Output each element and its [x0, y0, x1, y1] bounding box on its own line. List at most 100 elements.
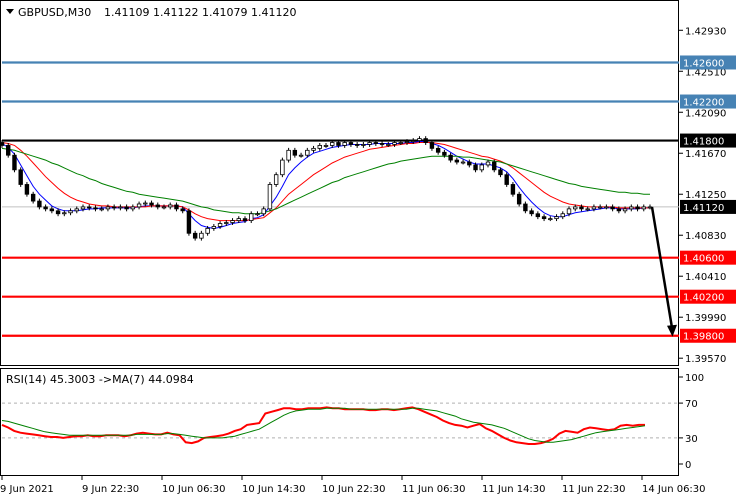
- level-price-label: 1.42600: [683, 58, 724, 69]
- candle-body: [510, 184, 516, 195]
- candle-body: [585, 208, 590, 211]
- candle-body: [548, 218, 553, 221]
- rsi-y-tick-label: 30: [685, 434, 698, 445]
- candle-body: [554, 216, 559, 220]
- candle-body: [161, 206, 167, 209]
- candle-body: [566, 208, 572, 215]
- candle-body: [242, 218, 248, 221]
- current-price-label: 1.41120: [683, 203, 724, 214]
- candle-body: [597, 206, 603, 209]
- candle-body: [573, 206, 578, 210]
- candle-body: [354, 144, 360, 146]
- candle-body: [87, 206, 92, 209]
- candle-body: [55, 210, 61, 215]
- candle-body: [348, 142, 354, 145]
- candle-body: [479, 164, 484, 171]
- candle-body: [205, 227, 210, 234]
- x-tick-label: 10 Jun 22:30: [322, 484, 386, 495]
- candle-body: [323, 145, 329, 147]
- candle-body: [111, 206, 117, 209]
- candle-body: [317, 145, 322, 149]
- candle-body: [37, 200, 42, 208]
- x-tick-label: 14 Jun 06:30: [642, 484, 706, 495]
- rsi-y-tick-label: 100: [685, 373, 704, 384]
- x-tick-label: 10 Jun 06:30: [162, 484, 226, 495]
- candle-body: [62, 212, 67, 215]
- candle-body: [68, 210, 73, 214]
- candle-body: [541, 216, 547, 220]
- candle-body: [298, 154, 304, 157]
- y-tick-label: 1.40830: [685, 231, 726, 242]
- candle-body: [199, 232, 204, 239]
- candle-body: [168, 204, 173, 208]
- candle-body: [460, 161, 466, 164]
- candle-body: [622, 208, 628, 212]
- candle-body: [305, 149, 310, 156]
- candle-body: [629, 206, 634, 210]
- candle-body: [24, 184, 30, 195]
- candle-body: [192, 232, 198, 239]
- candle-body: [330, 142, 335, 146]
- candle-body: [454, 159, 460, 163]
- candle-body: [361, 144, 366, 146]
- level-price-label: 1.40200: [683, 293, 724, 304]
- candle-body: [118, 206, 123, 209]
- candle-body: [529, 210, 534, 215]
- candle-body: [473, 164, 478, 171]
- candle-body: [442, 151, 447, 156]
- candle-body: [149, 202, 154, 206]
- x-tick-label: 11 Jun 14:30: [482, 484, 546, 495]
- candle-body: [124, 206, 129, 210]
- candle-body: [535, 213, 541, 218]
- level-price-label: 1.41800: [683, 137, 724, 148]
- candle-body: [280, 159, 285, 176]
- candle-body: [367, 142, 372, 145]
- symbol-label: GBPUSD,M30: [18, 6, 91, 19]
- candle-body: [236, 218, 241, 221]
- candle-body: [311, 147, 316, 151]
- y-tick-label: 1.39570: [685, 354, 726, 365]
- candle-body: [6, 145, 11, 156]
- ohlc-values: 1.41109 1.41122 1.41079 1.41120: [104, 6, 296, 19]
- candle-body: [217, 223, 223, 227]
- candle-body: [448, 154, 453, 161]
- candle-body: [392, 142, 397, 145]
- candle-body: [143, 202, 148, 205]
- candle-body: [261, 208, 266, 215]
- candle-body: [560, 213, 565, 218]
- rsi-y-tick-label: 0: [685, 460, 691, 471]
- level-price-label: 1.39800: [683, 332, 724, 343]
- rsi-y-tick-label: 70: [685, 399, 698, 410]
- candle-body: [516, 193, 522, 205]
- candle-body: [504, 174, 509, 185]
- y-tick-label: 1.40410: [685, 272, 726, 283]
- x-tick-label: 10 Jun 14:30: [242, 484, 306, 495]
- candle-body: [641, 206, 646, 210]
- candle-body: [591, 206, 597, 210]
- candle-body: [180, 208, 185, 212]
- candle-body: [423, 138, 428, 143]
- candle-body: [0, 142, 5, 146]
- candle-body: [435, 147, 441, 153]
- candle-body: [342, 142, 347, 146]
- candle-body: [211, 226, 217, 229]
- rsi-title: RSI(14) 45.3003 ->MA(7) 44.0984: [6, 373, 194, 386]
- candle-body: [616, 208, 622, 212]
- candle-body: [498, 169, 503, 176]
- candle-body: [273, 174, 279, 185]
- candle-body: [155, 204, 160, 208]
- candle-body: [230, 220, 235, 223]
- candle-body: [604, 206, 609, 209]
- candle-body: [379, 143, 385, 145]
- main-panel-frame: [0, 0, 679, 366]
- candle-body: [523, 203, 528, 212]
- x-tick-label: 11 Jun 06:30: [402, 484, 466, 495]
- candle-body: [136, 203, 142, 208]
- candle-body: [43, 206, 48, 210]
- candle-body: [18, 169, 23, 185]
- x-tick-label: 11 Jun 22:30: [562, 484, 626, 495]
- candle-body: [492, 161, 497, 171]
- x-tick-label: 9 Jun 22:30: [82, 484, 139, 495]
- candle-body: [186, 210, 192, 234]
- candle-body: [12, 154, 17, 171]
